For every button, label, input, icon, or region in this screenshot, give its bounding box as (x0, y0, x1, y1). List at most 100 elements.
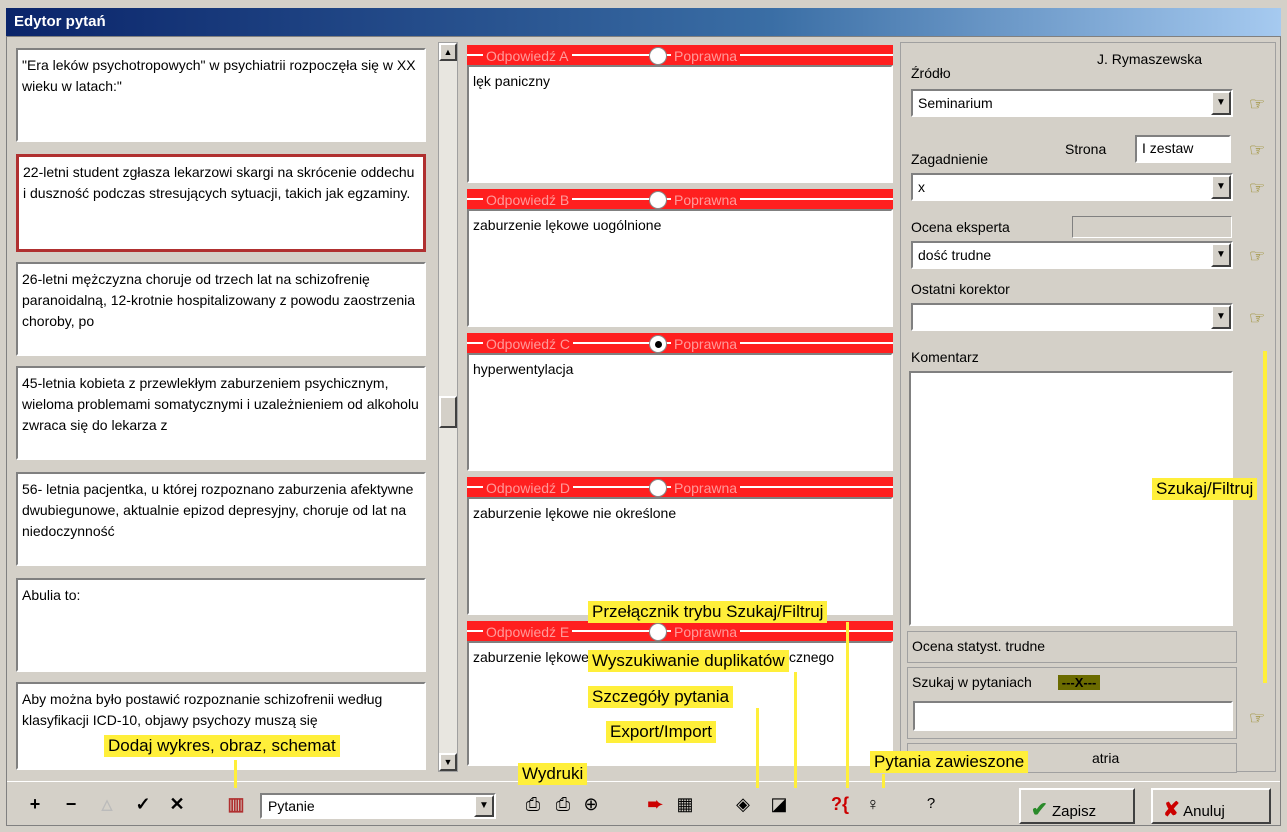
korektor-label: Ostatni korektor (911, 281, 1010, 297)
callout-line (1263, 351, 1267, 683)
cancel-label: Anuluj (1183, 803, 1225, 820)
ocena-eksperta-select[interactable]: dość trudne ▼ (911, 241, 1233, 269)
answer-a-text[interactable]: lęk paniczny (467, 65, 893, 183)
discard-icon[interactable]: ✕ (167, 792, 187, 818)
strona-label: Strona (1065, 141, 1107, 157)
szukaj-marker: ---X--- (1057, 675, 1101, 690)
callout-zawieszone: Pytania zawieszone (870, 751, 1029, 773)
answer-b-correct-radio[interactable] (649, 191, 667, 209)
question-item[interactable]: 45-letnia kobieta z przewlekłym zaburzen… (16, 366, 426, 460)
korektor-select[interactable]: ▼ (911, 303, 1233, 331)
callout-export: Export/Import (606, 721, 717, 743)
duplicates-icon[interactable]: ◪ (767, 792, 791, 818)
category-label: atria (1092, 750, 1120, 766)
window-title: Edytor pytań (6, 8, 1281, 36)
callout-line (794, 672, 797, 788)
print-all-icon[interactable]: ⎙ (551, 792, 575, 818)
save-button[interactable]: ✔ Zapisz (1019, 788, 1135, 824)
print-icon[interactable]: ⎙ (521, 792, 545, 818)
callout-line (756, 708, 759, 788)
metadata-panel: J. Rymaszewska Źródło Seminarium ▼ ☞ Stro… (900, 42, 1276, 773)
author-label: J. Rymaszewska (1097, 51, 1203, 67)
answer-a-label: Odpowiedź A (483, 48, 572, 64)
callout-przelacznik: Przełącznik trybu Szukaj/Filtruj (588, 601, 828, 623)
answer-a: Odpowiedź A Poprawna lęk paniczny (467, 45, 893, 183)
suspended-questions-icon[interactable]: ♀ (863, 792, 883, 818)
ocena-eksperta-indicator (1072, 216, 1232, 238)
answer-d-label: Odpowiedź D (483, 480, 574, 496)
szukaj-input[interactable] (913, 701, 1233, 731)
answer-c-correct-label: Poprawna (671, 336, 741, 352)
answer-d-text[interactable]: zaburzenie lękowe nie określone (467, 497, 893, 615)
chevron-down-icon[interactable]: ▼ (1211, 91, 1231, 115)
search-filter-toggle-icon[interactable]: ?{ (825, 792, 855, 818)
chevron-down-icon[interactable]: ▼ (1211, 175, 1231, 199)
accept-icon[interactable]: ✓ (133, 792, 153, 818)
answer-b-text[interactable]: zaburzenie lękowe uogólnione (467, 209, 893, 327)
callout-szczegoly: Szczegóły pytania (588, 686, 734, 708)
answer-d-correct-radio[interactable] (649, 479, 667, 497)
question-item-selected[interactable]: 22-letni student zgłasza lekarzowi skarg… (16, 154, 426, 252)
filter-hand-icon[interactable]: ☞ (1249, 141, 1265, 159)
move-up-icon[interactable]: △ (97, 792, 117, 818)
filter-hand-icon[interactable]: ☞ (1249, 95, 1265, 113)
answer-c-text[interactable]: hyperwentylacja (467, 353, 893, 471)
remove-icon[interactable]: − (61, 792, 81, 818)
question-item[interactable]: 56- letnia pacjentka, u której rozpoznan… (16, 472, 426, 566)
chevron-down-icon[interactable]: ▼ (1211, 305, 1231, 329)
zagadnienie-select[interactable]: x ▼ (911, 173, 1233, 201)
question-item[interactable]: "Era leków psychotropowych" w psychiatri… (16, 48, 426, 142)
add-icon[interactable]: + (25, 792, 45, 818)
komentarz-label: Komentarz (911, 349, 979, 365)
check-icon: ✔ (1031, 799, 1048, 821)
scroll-thumb[interactable] (439, 396, 457, 428)
callout-line (882, 774, 885, 788)
answer-b-correct-label: Poprawna (671, 192, 741, 208)
szukaj-label: Szukaj w pytaniach (912, 674, 1032, 690)
cancel-button[interactable]: ✘ Anuluj (1151, 788, 1271, 824)
callout-duplikaty: Wyszukiwanie duplikatów (588, 650, 789, 672)
import-icon[interactable]: ▦ (673, 792, 697, 818)
close-icon: ✘ (1163, 799, 1180, 821)
zrodlo-label: Źródło (911, 65, 951, 81)
add-image-icon[interactable]: ▥ (223, 792, 249, 818)
scroll-down-icon[interactable]: ▼ (439, 753, 457, 771)
zrodlo-select[interactable]: Seminarium ▼ (911, 89, 1233, 117)
answer-c: Odpowiedź C Poprawna hyperwentylacja (467, 333, 893, 471)
callout-wydruki: Wydruki (518, 763, 588, 785)
zagadnienie-label: Zagadnienie (911, 151, 989, 167)
filter-hand-icon[interactable]: ☞ (1249, 247, 1265, 265)
question-list: "Era leków psychotropowych" w psychiatri… (12, 42, 430, 772)
answer-e-correct-label: Poprawna (671, 624, 741, 640)
strona-field[interactable]: I zestaw (1135, 135, 1231, 163)
question-item[interactable]: 26-letni mężczyzna choruje od trzech lat… (16, 262, 426, 356)
scroll-up-icon[interactable]: ▲ (439, 43, 457, 61)
details-icon[interactable]: ◈ (731, 792, 755, 818)
callout-line (234, 760, 237, 788)
export-icon[interactable]: ➨ (643, 792, 667, 818)
print-preview-icon[interactable]: ⊕ (579, 792, 603, 818)
ocena-eksperta-label: Ocena eksperta (911, 219, 1010, 235)
answer-a-correct-label: Poprawna (671, 48, 741, 64)
chevron-down-icon[interactable]: ▼ (474, 795, 494, 817)
item-type-select[interactable]: Pytanie ▼ (260, 793, 496, 819)
answer-e-correct-radio[interactable] (649, 623, 667, 641)
answer-b: Odpowiedź B Poprawna zaburzenie lękowe u… (467, 189, 893, 327)
answer-b-label: Odpowiedź B (483, 192, 573, 208)
callout-line (846, 622, 849, 788)
filter-hand-icon[interactable]: ☞ (1249, 179, 1265, 197)
filter-hand-icon[interactable]: ☞ (1249, 309, 1265, 327)
search-hand-icon[interactable]: ☞ (1249, 709, 1265, 727)
answer-c-label: Odpowiedź C (483, 336, 574, 352)
help-icon[interactable]: ? (921, 792, 941, 818)
callout-szukaj-filtruj: Szukaj/Filtruj (1152, 478, 1258, 500)
answer-a-correct-radio[interactable] (649, 47, 667, 65)
question-item[interactable]: Abulia to: (16, 578, 426, 672)
answer-d: Odpowiedź D Poprawna zaburzenie lękowe n… (467, 477, 893, 615)
question-list-scrollbar[interactable]: ▲ ▼ (438, 42, 458, 772)
ocena-statyst-label: Ocena statyst. trudne (907, 631, 1237, 663)
callout-wykres: Dodaj wykres, obraz, schemat (104, 735, 340, 757)
answer-c-correct-radio[interactable] (649, 335, 667, 353)
answer-d-correct-label: Poprawna (671, 480, 741, 496)
chevron-down-icon[interactable]: ▼ (1211, 243, 1231, 267)
